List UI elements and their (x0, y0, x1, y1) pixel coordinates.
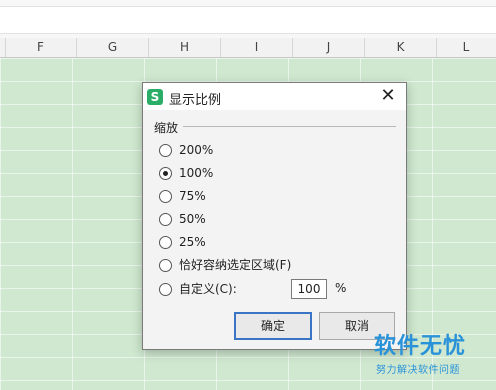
ok-button[interactable]: 确定 (234, 312, 312, 340)
column-header-row: F G H I J K L (0, 38, 496, 58)
custom-zoom-input[interactable]: 100 (291, 279, 327, 299)
radio-button[interactable] (159, 259, 172, 272)
radio-label: 100% (179, 166, 214, 180)
radio-button[interactable] (159, 236, 172, 249)
watermark: 软件无忧 努力解决软件问题 (358, 328, 488, 380)
radio-button-checked[interactable] (159, 167, 172, 180)
column-header-l[interactable]: L (437, 38, 495, 57)
radio-label: 50% (179, 212, 206, 226)
wps-logo-icon: S (147, 89, 163, 105)
column-header-k[interactable]: K (365, 38, 437, 57)
column-header-i[interactable]: I (221, 38, 293, 57)
radio-label: 自定义(C): (179, 282, 237, 296)
group-divider (183, 126, 396, 127)
watermark-sub-text: 努力解决软件问题 (376, 365, 460, 376)
radio-button[interactable] (159, 213, 172, 226)
percent-unit-label: % (335, 281, 347, 295)
radio-label: 200% (179, 143, 214, 157)
radio-button[interactable] (159, 283, 172, 296)
radio-button[interactable] (159, 190, 172, 203)
column-header-j[interactable]: J (293, 38, 365, 57)
column-header-h[interactable]: H (149, 38, 221, 57)
close-icon[interactable]: ✕ (378, 86, 398, 106)
zoom-dialog: S 显示比例 ✕ 缩放 200% 100% 75% 50% 25% 恰好容纳选定… (142, 82, 407, 350)
dialog-title: 显示比例 (169, 93, 222, 108)
formula-bar-area (0, 0, 496, 39)
watermark-main-text: 软件无忧 (374, 334, 467, 359)
column-header-f[interactable]: F (5, 38, 77, 57)
column-header-g[interactable]: G (77, 38, 149, 57)
radio-label: 恰好容纳选定区域(F) (179, 258, 292, 272)
zoom-group-label: 缩放 (154, 121, 179, 135)
radio-label: 75% (179, 189, 206, 203)
formula-bar[interactable] (0, 6, 496, 34)
radio-button[interactable] (159, 144, 172, 157)
dialog-titlebar[interactable]: S 显示比例 ✕ (143, 83, 406, 110)
radio-label: 25% (179, 235, 206, 249)
